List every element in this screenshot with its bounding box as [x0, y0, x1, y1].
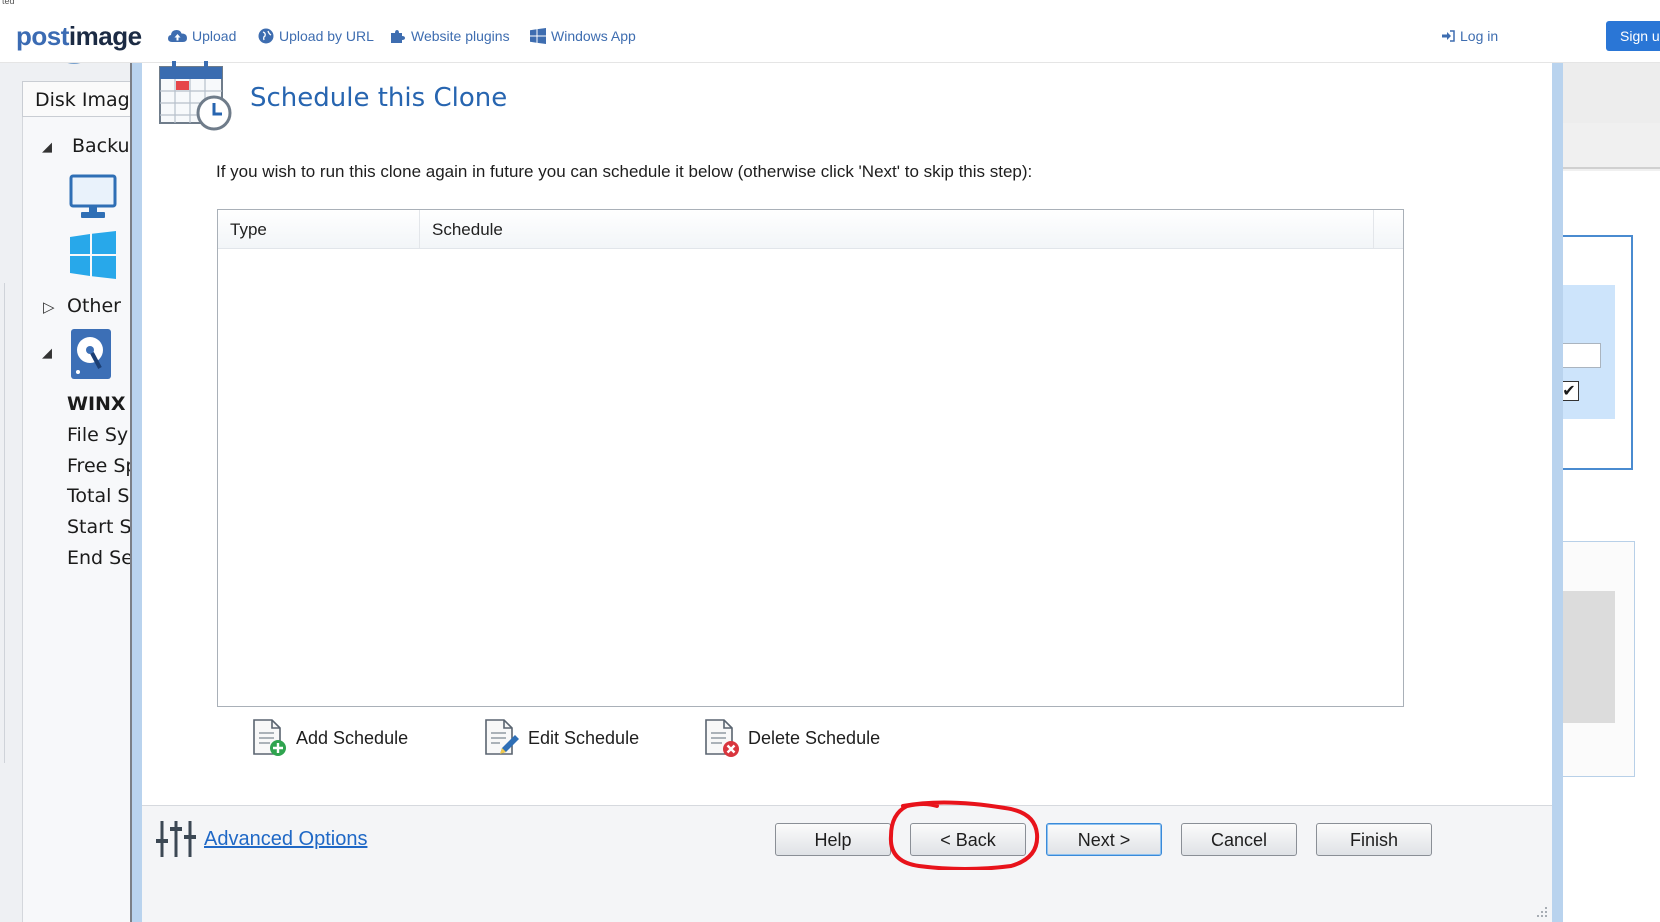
bg-checkbox: ✔ [1563, 381, 1579, 401]
sliders-icon [156, 821, 196, 857]
next-button[interactable]: Next > [1046, 823, 1162, 856]
disk-detail-end-sector: End Se [67, 547, 132, 569]
windows-icon [530, 28, 546, 44]
delete-schedule-button[interactable]: Delete Schedule [702, 718, 880, 758]
finish-button[interactable]: Finish [1316, 823, 1432, 856]
nav-windows-app[interactable]: Windows App [530, 28, 636, 44]
advanced-options-link[interactable]: Advanced Options [204, 828, 367, 851]
dialog-content: Schedule this Clone If you wish to run t… [142, 61, 1552, 922]
bg-gray-block [1563, 591, 1615, 723]
add-schedule-label: Add Schedule [296, 727, 409, 748]
tree-item-backup[interactable]: Backu [72, 135, 130, 157]
calendar-clock-icon [159, 61, 232, 131]
add-schedule-button[interactable]: Add Schedule [250, 718, 408, 758]
back-button[interactable]: < Back [910, 823, 1026, 856]
add-document-icon [253, 719, 286, 756]
panel-edge-line [4, 283, 5, 763]
background-window: ✔ [1563, 63, 1660, 922]
browser-corner-text: ted [2, 0, 15, 6]
dialog-left-frame [132, 63, 142, 922]
nav-upload[interactable]: Upload [168, 28, 236, 44]
bg-window-bar [1563, 63, 1660, 123]
column-header-schedule[interactable]: Schedule [420, 210, 1374, 248]
column-header-type[interactable]: Type [218, 210, 420, 248]
cancel-button[interactable]: Cancel [1181, 823, 1297, 856]
expand-triangle-icon[interactable]: ▷ [43, 298, 55, 316]
nav-login[interactable]: Log in [1442, 28, 1498, 44]
disk-detail-free-space: Free Sp [67, 455, 132, 477]
nav-upload-by-url[interactable]: Upload by URL [258, 28, 374, 44]
schedule-table[interactable]: Type Schedule [217, 209, 1404, 707]
collapse-triangle-icon-2[interactable]: ◢ [42, 346, 52, 361]
delete-document-icon [705, 719, 739, 757]
hard-disk-icon [71, 329, 111, 379]
help-button[interactable]: Help [775, 823, 891, 856]
instruction-text: If you wish to run this clone again in f… [216, 162, 1033, 181]
table-header: Type Schedule [218, 210, 1403, 249]
globe-icon [258, 28, 274, 44]
bg-divider [1563, 167, 1660, 169]
cloud-upload-icon [168, 30, 187, 42]
postimage-navbar: postimage Upload Upload by URL Website p… [0, 12, 1660, 63]
page-title: Schedule this Clone [250, 83, 508, 113]
disk-image-tab[interactable]: Disk Image [22, 81, 130, 117]
postimage-logo[interactable]: postimage [16, 21, 142, 52]
dialog-footer: Advanced Options Help < Back Next > Canc… [142, 806, 1552, 922]
disk-name: WINX [67, 393, 126, 415]
signup-button[interactable]: Sign u [1606, 21, 1660, 51]
delete-schedule-label: Delete Schedule [748, 727, 881, 748]
nav-website-plugins[interactable]: Website plugins [390, 28, 510, 44]
disk-detail-total-size: Total S [67, 485, 130, 507]
left-app-panel: Disk Image ◢ Backu ▷ Other ◢ WINX File S… [0, 63, 132, 922]
computer-icon [69, 174, 117, 218]
edit-schedule-button[interactable]: Edit Schedule [482, 718, 639, 758]
disk-detail-start-sector: Start S [67, 516, 132, 538]
puzzle-icon [391, 29, 405, 43]
windows-logo-icon [70, 231, 116, 279]
clone-wizard-dialog: Schedule this Clone If you wish to run t… [132, 61, 1563, 922]
disk-detail-file-system: File Sy [67, 424, 129, 446]
edit-document-icon [485, 719, 519, 755]
tree-item-other[interactable]: Other [67, 295, 121, 317]
resize-grip-icon[interactable] [1536, 906, 1548, 918]
collapse-triangle-icon[interactable]: ◢ [42, 140, 52, 155]
dialog-right-frame [1552, 63, 1563, 922]
sign-in-icon [1442, 30, 1455, 42]
bg-input-box [1563, 343, 1601, 368]
app-logo-edge [68, 63, 80, 64]
edit-schedule-label: Edit Schedule [528, 727, 640, 748]
